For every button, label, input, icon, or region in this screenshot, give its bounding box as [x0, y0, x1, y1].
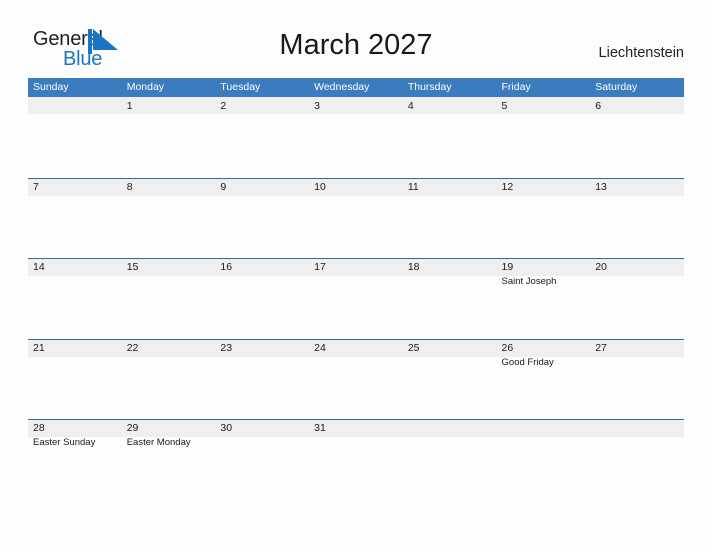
- weekday-header-monday: Monday: [126, 81, 165, 93]
- day-number: 10: [314, 180, 326, 193]
- day-cell[interactable]: 26 Good Friday: [497, 339, 591, 420]
- day-number: 26: [501, 341, 514, 354]
- day-number: 1: [126, 100, 133, 112]
- day-cell[interactable]: 28 Easter Sunday: [28, 419, 122, 500]
- day-number: 20: [595, 261, 607, 273]
- day-number: 18: [407, 261, 420, 273]
- day-cell[interactable]: 17: [309, 258, 403, 339]
- day-cell[interactable]: 16: [215, 258, 309, 339]
- day-number: 5: [501, 100, 508, 112]
- day-cell[interactable]: 5: [497, 97, 591, 178]
- day-number: 23: [220, 341, 233, 354]
- day-cell[interactable]: 14: [28, 258, 122, 339]
- day-cell[interactable]: [28, 97, 122, 178]
- day-number: 12: [501, 180, 514, 193]
- day-number: 7: [33, 180, 39, 193]
- day-number: 14: [33, 261, 45, 273]
- day-cell[interactable]: 30: [215, 419, 309, 500]
- weekday-header-saturday: Saturday: [595, 81, 638, 93]
- weekday-header-sunday: Sunday: [33, 81, 69, 93]
- day-number: 24: [314, 341, 326, 354]
- country-label: Liechtenstein: [598, 45, 684, 61]
- day-number: 31: [314, 422, 326, 434]
- day-number: 30: [220, 422, 233, 434]
- day-event: Saint Joseph: [501, 276, 557, 287]
- day-number: 9: [220, 180, 227, 193]
- day-cell[interactable]: 13: [590, 178, 684, 259]
- day-number: 3: [314, 100, 320, 112]
- day-cell[interactable]: 10: [309, 178, 403, 259]
- day-number: 2: [220, 100, 227, 112]
- day-number: 13: [595, 180, 607, 193]
- day-number: 4: [407, 100, 414, 112]
- day-cell[interactable]: 25: [403, 339, 497, 420]
- day-cell[interactable]: [403, 419, 497, 500]
- day-cell[interactable]: 20: [590, 258, 684, 339]
- day-cell[interactable]: 8: [122, 178, 216, 259]
- calendar-week-row: 14 15 16 17 18 19 Saint Joseph 20: [28, 258, 684, 339]
- day-number: 6: [595, 100, 602, 112]
- page-header: General Blue March 2027 Liechtenstein: [0, 0, 712, 78]
- weekday-header-tuesday: Tuesday: [220, 81, 261, 93]
- weekday-header-thursday: Thursday: [407, 81, 452, 93]
- day-number: 29: [126, 422, 139, 434]
- calendar-week-row: 21 22 23 24 25 26 Good Friday 27: [28, 338, 684, 420]
- weekday-header-row: Sunday Monday Tuesday Wednesday Thursday…: [28, 78, 684, 97]
- day-cell[interactable]: [590, 419, 684, 500]
- day-number: 21: [33, 341, 45, 354]
- day-cell[interactable]: 3: [309, 97, 403, 178]
- day-number: 22: [126, 341, 139, 354]
- day-cell[interactable]: 7: [28, 178, 122, 259]
- calendar-week-row: 7 8 9 10 11 12 13: [28, 177, 684, 259]
- day-cell[interactable]: 23: [215, 339, 309, 420]
- day-cell[interactable]: 12: [497, 178, 591, 259]
- day-number: 15: [126, 261, 139, 273]
- day-number: 27: [595, 341, 607, 354]
- calendar-week-row: 28 Easter Sunday 29 Easter Monday 30 31: [28, 419, 684, 500]
- day-number: 19: [501, 261, 514, 273]
- day-number: 28: [33, 422, 45, 434]
- calendar-week-row: 1 2 3 4 5 6: [28, 97, 684, 178]
- day-cell[interactable]: 19 Saint Joseph: [497, 258, 591, 339]
- weekday-header-friday: Friday: [501, 81, 531, 93]
- day-number: 8: [126, 180, 133, 193]
- day-cell[interactable]: 18: [403, 258, 497, 339]
- calendar-grid: Sunday Monday Tuesday Wednesday Thursday…: [28, 78, 684, 500]
- day-cell[interactable]: 9: [215, 178, 309, 259]
- day-cell[interactable]: 1: [122, 97, 216, 178]
- day-event: Easter Sunday: [33, 437, 96, 448]
- day-cell[interactable]: [497, 419, 591, 500]
- day-cell[interactable]: 15: [122, 258, 216, 339]
- day-event: Easter Monday: [126, 437, 191, 448]
- day-number: 25: [407, 341, 420, 354]
- day-number: 11: [407, 180, 419, 193]
- day-cell[interactable]: 4: [403, 97, 497, 178]
- day-cell[interactable]: 21: [28, 339, 122, 420]
- day-cell[interactable]: 11: [403, 178, 497, 259]
- day-cell[interactable]: 22: [122, 339, 216, 420]
- day-cell[interactable]: 27: [590, 339, 684, 420]
- day-number: 17: [314, 261, 326, 273]
- calendar-page: General Blue March 2027 Liechtenstein Su…: [0, 0, 712, 550]
- day-event: Good Friday: [501, 356, 554, 368]
- weekday-header-wednesday: Wednesday: [314, 81, 370, 93]
- day-cell[interactable]: 2: [215, 97, 309, 178]
- day-number: 16: [220, 261, 233, 273]
- day-cell[interactable]: 6: [590, 97, 684, 178]
- day-cell[interactable]: 29 Easter Monday: [122, 419, 216, 500]
- day-cell[interactable]: 31: [309, 419, 403, 500]
- day-cell[interactable]: 24: [309, 339, 403, 420]
